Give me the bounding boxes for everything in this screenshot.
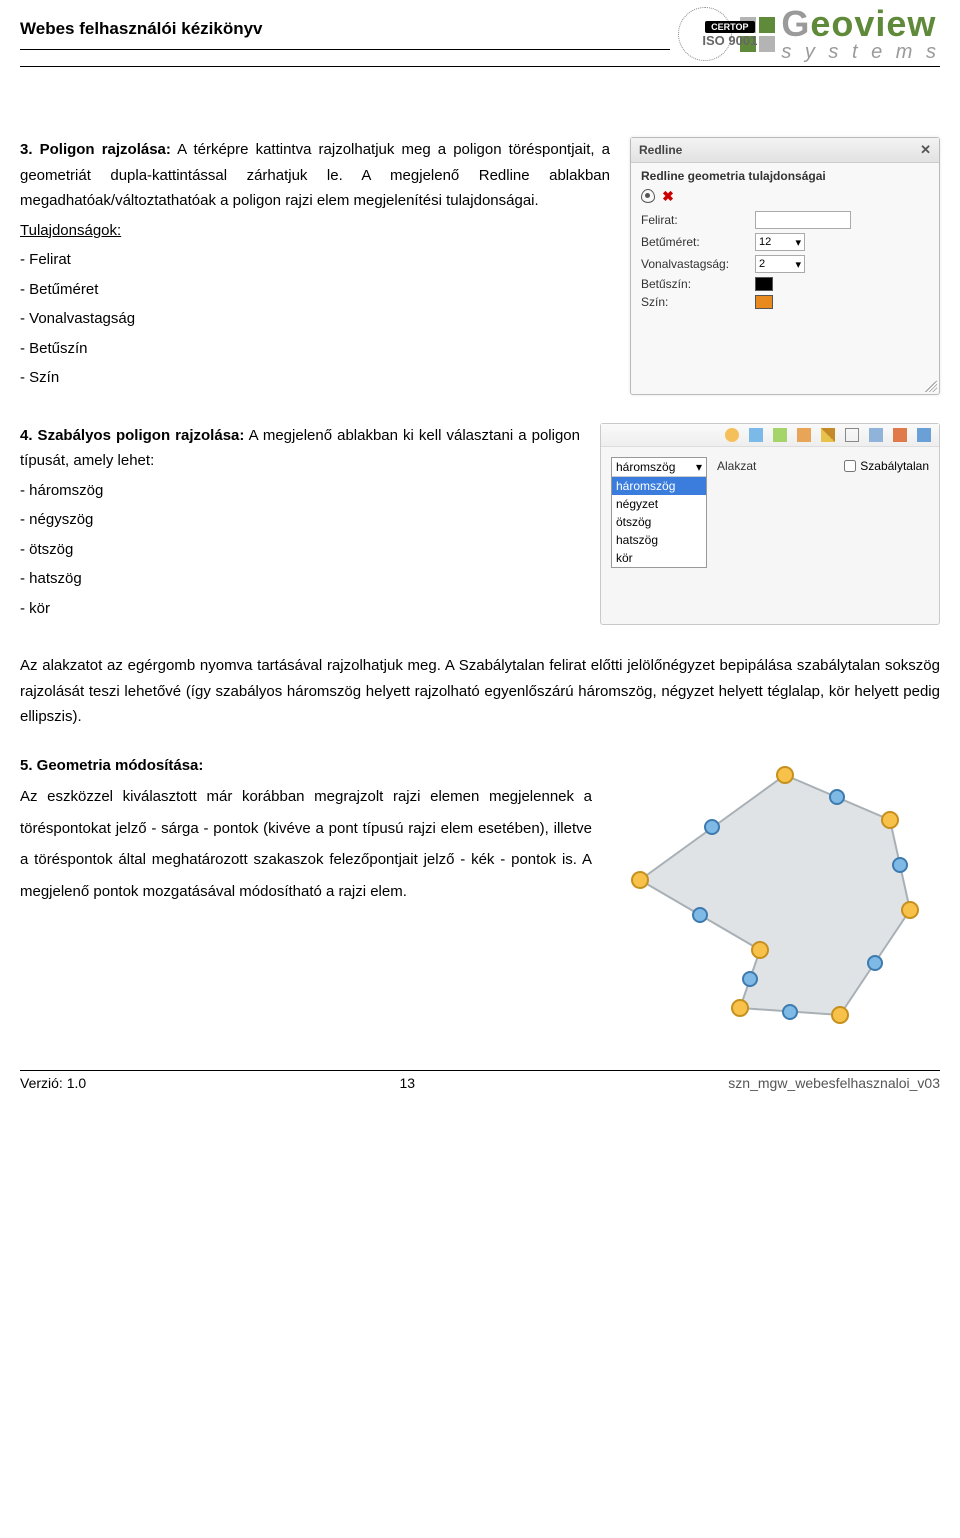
brand-logo: GGeovieweoview s y s t e m s: [740, 6, 940, 62]
redline-panel: Redline ✕ Redline geometria tulajdonsága…: [630, 137, 940, 395]
shape-option[interactable]: négyzet: [612, 495, 706, 513]
alakzat-label: Alakzat: [717, 457, 756, 473]
redline-subhead: Redline geometria tulajdonságai: [641, 169, 929, 183]
section3-prop: - Szín: [20, 365, 610, 391]
section4-text: 4. Szabályos poligon rajzolása: A megjel…: [20, 423, 580, 626]
section3-prop: - Betűméret: [20, 277, 610, 303]
section4-type: - háromszög: [20, 478, 580, 504]
tool-icon[interactable]: [773, 428, 787, 442]
irregular-label: Szabálytalan: [860, 459, 929, 473]
polygon-type-panel: háromszög ▾ háromszög négyzet ötszög hat…: [600, 423, 940, 626]
brand-name: GGeovieweoview: [781, 6, 940, 42]
vonalvastag-label: Vonalvastagság:: [641, 257, 749, 271]
iso-badge: CERTOP ISO 9001: [670, 7, 740, 61]
after4-paragraph: Az alakzatot az egérgomb nyomva tartásáv…: [20, 653, 940, 730]
irregular-checkbox[interactable]: [844, 460, 856, 472]
cert-circle-icon: CERTOP ISO 9001: [678, 7, 732, 61]
chevron-down-icon: ▾: [795, 258, 801, 271]
tool-icon[interactable]: [797, 428, 811, 442]
section3-lead: 3. Poligon rajzolása:: [20, 141, 171, 158]
redline-title: Redline: [639, 143, 682, 157]
shape-option[interactable]: háromszög: [612, 477, 706, 495]
section3-prop: - Felirat: [20, 247, 610, 273]
tool-icon[interactable]: [869, 428, 883, 442]
felirat-input[interactable]: [755, 211, 851, 229]
section5-body: Az eszközzel kiválasztott már korábban m…: [20, 781, 592, 907]
felirat-label: Felirat:: [641, 213, 749, 227]
eye-icon[interactable]: [641, 189, 655, 203]
betuszin-swatch[interactable]: [755, 277, 773, 291]
content: 3. Poligon rajzolása: A térképre kattint…: [20, 67, 940, 1030]
tool-icon[interactable]: [917, 428, 931, 442]
page-footer: Verzió: 1.0 13 szn_mgw_webesfelhasznaloi…: [20, 1070, 940, 1101]
footer-version: Verzió: 1.0: [20, 1075, 86, 1091]
betuszin-label: Betűszín:: [641, 277, 749, 291]
tool-icon[interactable]: [725, 428, 739, 442]
doc-title: Webes felhasználói kézikönyv: [20, 19, 670, 50]
pencil-icon[interactable]: [821, 428, 835, 442]
close-icon[interactable]: ✕: [920, 142, 931, 158]
chevron-down-icon: ▾: [795, 236, 801, 249]
tool-icon[interactable]: [893, 428, 907, 442]
props-head: Tulajdonságok:: [20, 218, 610, 244]
section4-lead: 4. Szabályos poligon rajzolása:: [20, 427, 244, 444]
section5-lead: 5. Geometria módosítása:: [20, 757, 203, 774]
tool-icon[interactable]: [749, 428, 763, 442]
footer-page-number: 13: [399, 1075, 415, 1091]
shape-select[interactable]: háromszög ▾ háromszög négyzet ötszög hat…: [611, 457, 707, 568]
polygon-shape-icon: [640, 775, 910, 1015]
poly-toolbar: [601, 424, 939, 447]
betumeret-label: Betűméret:: [641, 235, 749, 249]
shape-option[interactable]: ötszög: [612, 513, 706, 531]
delete-icon[interactable]: ✖: [661, 189, 675, 203]
shape-option[interactable]: kör: [612, 549, 706, 567]
iso-label: ISO 9001: [702, 33, 757, 48]
betumeret-select[interactable]: 12▾: [755, 233, 805, 251]
szin-label: Szín:: [641, 295, 749, 309]
chevron-down-icon: ▾: [696, 460, 702, 474]
tool-icon[interactable]: [845, 428, 859, 442]
section5-text: 5. Geometria módosítása: Az eszközzel ki…: [20, 750, 592, 908]
certop-label: CERTOP: [705, 21, 754, 33]
redline-titlebar: Redline ✕: [631, 138, 939, 163]
section3-prop: - Betűszín: [20, 336, 610, 362]
footer-right-cut: szn_mgw_webesfelhasznaloi_v03: [728, 1075, 940, 1091]
polygon-edit-figure: [610, 750, 940, 1030]
szin-swatch[interactable]: [755, 295, 773, 309]
section4-type: - ötszög: [20, 537, 580, 563]
vonalvastag-select[interactable]: 2▾: [755, 255, 805, 273]
resize-grip-icon[interactable]: [925, 380, 937, 392]
section3-text: 3. Poligon rajzolása: A térképre kattint…: [20, 137, 610, 395]
section3-prop: - Vonalvastagság: [20, 306, 610, 332]
shape-select-value: háromszög: [616, 460, 675, 474]
section4-type: - hatszög: [20, 566, 580, 592]
brand-sub: s y s t e m s: [781, 42, 940, 62]
shape-option[interactable]: hatszög: [612, 531, 706, 549]
page-header: Webes felhasználói kézikönyv CERTOP ISO …: [20, 0, 940, 67]
section4-type: - kör: [20, 596, 580, 622]
section4-type: - négyszög: [20, 507, 580, 533]
